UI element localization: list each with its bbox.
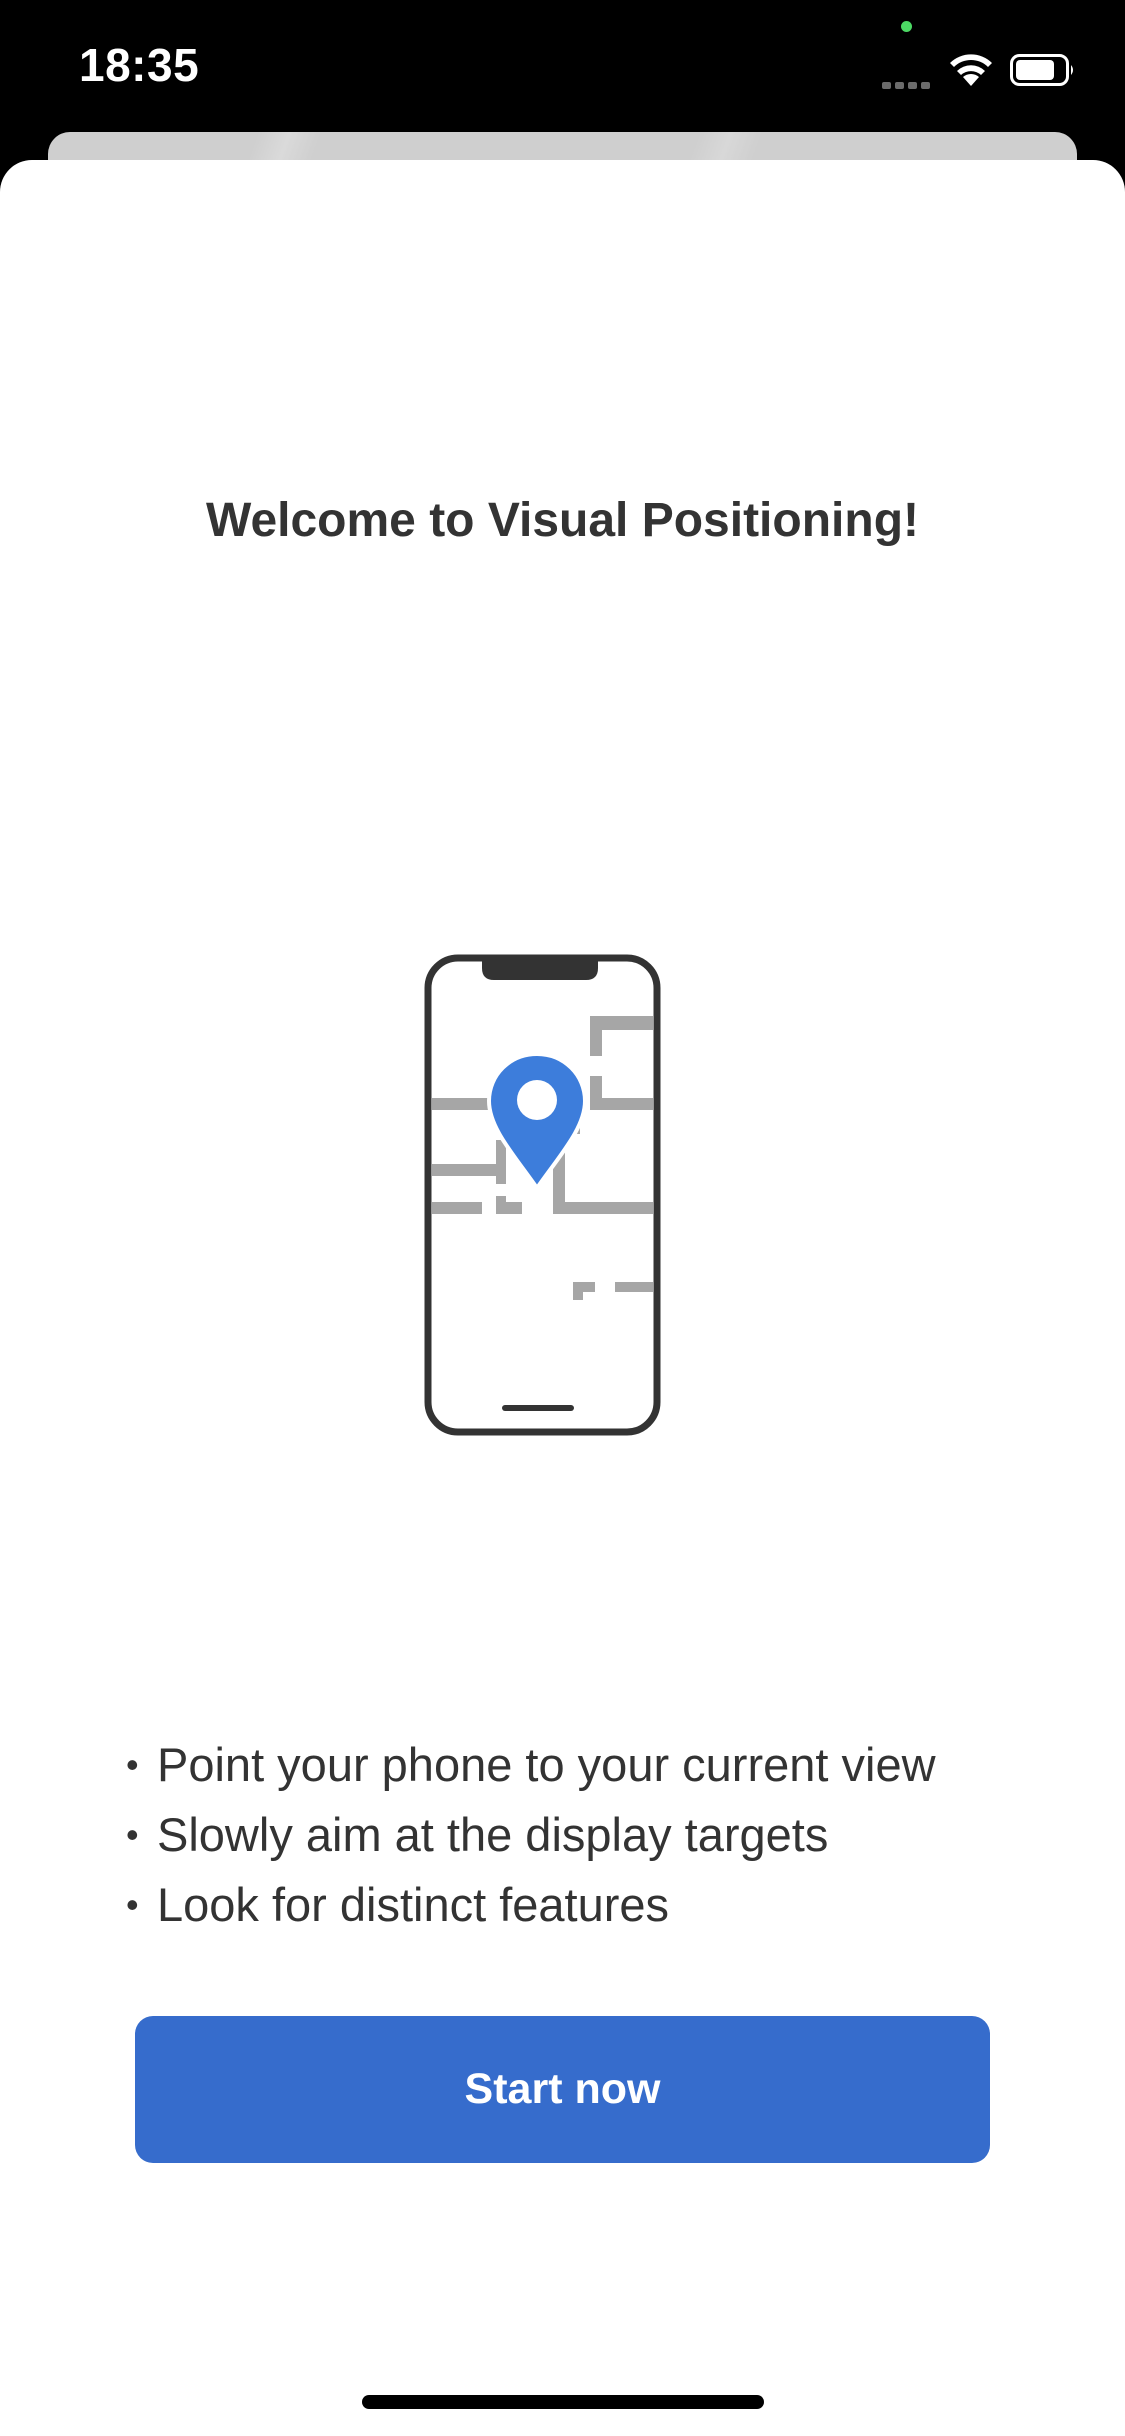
phone-map-pin-icon xyxy=(424,954,661,1436)
instruction-text: Point your phone to your current view xyxy=(157,1738,936,1791)
wifi-icon xyxy=(950,54,992,86)
home-indicator[interactable] xyxy=(362,2395,764,2409)
page-title: Welcome to Visual Positioning! xyxy=(206,494,919,547)
signal-icon xyxy=(882,76,934,89)
instruction-text: Slowly aim at the display targets xyxy=(157,1808,829,1861)
instructions-list: • Point your phone to your current view •… xyxy=(122,1730,936,1940)
instruction-item: • Point your phone to your current view xyxy=(126,1738,936,1791)
instruction-item: • Look for distinct features xyxy=(126,1878,670,1931)
camera-indicator-icon xyxy=(901,21,912,32)
status-bar: 18:35 xyxy=(0,0,1125,140)
start-now-button[interactable]: Start now xyxy=(135,2016,990,2163)
instruction-item: • Slowly aim at the display targets xyxy=(126,1808,829,1861)
instruction-text: Look for distinct features xyxy=(157,1878,670,1931)
onboarding-sheet: Welcome to Visual Positioning! • Point y… xyxy=(0,160,1125,2436)
battery-icon xyxy=(1010,54,1073,86)
status-time: 18:35 xyxy=(79,39,200,91)
screen: 18:35 Welcome to Visual Positioning! • P… xyxy=(0,0,1125,2436)
